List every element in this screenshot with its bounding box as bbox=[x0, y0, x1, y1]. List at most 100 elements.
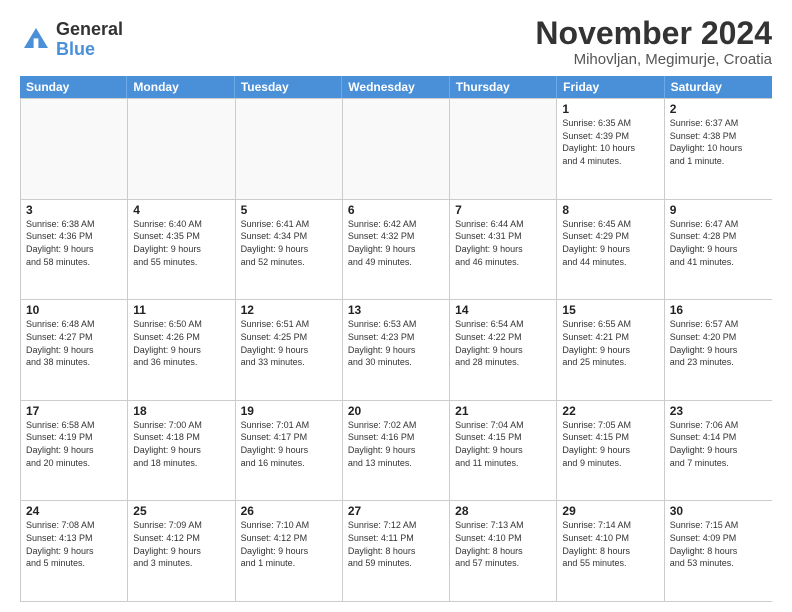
day-number: 4 bbox=[133, 203, 229, 217]
day-number: 13 bbox=[348, 303, 444, 317]
logo: General Blue bbox=[20, 20, 123, 60]
calendar-row: 24Sunrise: 7:08 AM Sunset: 4:13 PM Dayli… bbox=[21, 500, 772, 601]
day-info: Sunrise: 7:04 AM Sunset: 4:15 PM Dayligh… bbox=[455, 419, 551, 469]
day-number: 15 bbox=[562, 303, 658, 317]
day-info: Sunrise: 7:08 AM Sunset: 4:13 PM Dayligh… bbox=[26, 519, 122, 569]
logo-blue-text: Blue bbox=[56, 40, 123, 60]
calendar-cell: 1Sunrise: 6:35 AM Sunset: 4:39 PM Daylig… bbox=[557, 99, 664, 199]
day-info: Sunrise: 7:06 AM Sunset: 4:14 PM Dayligh… bbox=[670, 419, 767, 469]
day-number: 9 bbox=[670, 203, 767, 217]
logo-text: General Blue bbox=[56, 20, 123, 60]
calendar-cell: 19Sunrise: 7:01 AM Sunset: 4:17 PM Dayli… bbox=[236, 401, 343, 501]
day-number: 29 bbox=[562, 504, 658, 518]
day-number: 6 bbox=[348, 203, 444, 217]
day-info: Sunrise: 6:50 AM Sunset: 4:26 PM Dayligh… bbox=[133, 318, 229, 368]
calendar-cell: 5Sunrise: 6:41 AM Sunset: 4:34 PM Daylig… bbox=[236, 200, 343, 300]
logo-general-text: General bbox=[56, 20, 123, 40]
calendar: SundayMondayTuesdayWednesdayThursdayFrid… bbox=[20, 76, 772, 602]
calendar-cell: 28Sunrise: 7:13 AM Sunset: 4:10 PM Dayli… bbox=[450, 501, 557, 601]
logo-icon bbox=[20, 24, 52, 56]
day-number: 17 bbox=[26, 404, 122, 418]
day-info: Sunrise: 7:13 AM Sunset: 4:10 PM Dayligh… bbox=[455, 519, 551, 569]
day-info: Sunrise: 6:54 AM Sunset: 4:22 PM Dayligh… bbox=[455, 318, 551, 368]
day-number: 25 bbox=[133, 504, 229, 518]
calendar-cell: 26Sunrise: 7:10 AM Sunset: 4:12 PM Dayli… bbox=[236, 501, 343, 601]
day-number: 27 bbox=[348, 504, 444, 518]
day-info: Sunrise: 6:57 AM Sunset: 4:20 PM Dayligh… bbox=[670, 318, 767, 368]
calendar-cell: 27Sunrise: 7:12 AM Sunset: 4:11 PM Dayli… bbox=[343, 501, 450, 601]
calendar-row: 10Sunrise: 6:48 AM Sunset: 4:27 PM Dayli… bbox=[21, 299, 772, 400]
title-block: November 2024 Mihovljan, Megimurje, Croa… bbox=[535, 16, 772, 68]
calendar-body: 1Sunrise: 6:35 AM Sunset: 4:39 PM Daylig… bbox=[20, 98, 772, 602]
day-number: 11 bbox=[133, 303, 229, 317]
day-number: 8 bbox=[562, 203, 658, 217]
day-number: 1 bbox=[562, 102, 658, 116]
calendar-cell: 21Sunrise: 7:04 AM Sunset: 4:15 PM Dayli… bbox=[450, 401, 557, 501]
page: General Blue November 2024 Mihovljan, Me… bbox=[0, 0, 792, 612]
calendar-cell: 11Sunrise: 6:50 AM Sunset: 4:26 PM Dayli… bbox=[128, 300, 235, 400]
calendar-cell: 8Sunrise: 6:45 AM Sunset: 4:29 PM Daylig… bbox=[557, 200, 664, 300]
day-number: 23 bbox=[670, 404, 767, 418]
day-info: Sunrise: 6:48 AM Sunset: 4:27 PM Dayligh… bbox=[26, 318, 122, 368]
header: General Blue November 2024 Mihovljan, Me… bbox=[20, 16, 772, 68]
calendar-cell: 9Sunrise: 6:47 AM Sunset: 4:28 PM Daylig… bbox=[665, 200, 772, 300]
calendar-cell: 17Sunrise: 6:58 AM Sunset: 4:19 PM Dayli… bbox=[21, 401, 128, 501]
day-number: 30 bbox=[670, 504, 767, 518]
calendar-cell: 23Sunrise: 7:06 AM Sunset: 4:14 PM Dayli… bbox=[665, 401, 772, 501]
day-info: Sunrise: 6:38 AM Sunset: 4:36 PM Dayligh… bbox=[26, 218, 122, 268]
calendar-cell bbox=[343, 99, 450, 199]
day-info: Sunrise: 7:14 AM Sunset: 4:10 PM Dayligh… bbox=[562, 519, 658, 569]
day-number: 16 bbox=[670, 303, 767, 317]
calendar-header-cell: Sunday bbox=[20, 76, 127, 98]
day-info: Sunrise: 6:42 AM Sunset: 4:32 PM Dayligh… bbox=[348, 218, 444, 268]
calendar-cell: 16Sunrise: 6:57 AM Sunset: 4:20 PM Dayli… bbox=[665, 300, 772, 400]
day-info: Sunrise: 6:45 AM Sunset: 4:29 PM Dayligh… bbox=[562, 218, 658, 268]
calendar-cell: 12Sunrise: 6:51 AM Sunset: 4:25 PM Dayli… bbox=[236, 300, 343, 400]
day-info: Sunrise: 7:00 AM Sunset: 4:18 PM Dayligh… bbox=[133, 419, 229, 469]
calendar-header-cell: Saturday bbox=[665, 76, 772, 98]
calendar-cell: 15Sunrise: 6:55 AM Sunset: 4:21 PM Dayli… bbox=[557, 300, 664, 400]
day-info: Sunrise: 7:09 AM Sunset: 4:12 PM Dayligh… bbox=[133, 519, 229, 569]
calendar-cell: 13Sunrise: 6:53 AM Sunset: 4:23 PM Dayli… bbox=[343, 300, 450, 400]
day-number: 26 bbox=[241, 504, 337, 518]
calendar-header-cell: Thursday bbox=[450, 76, 557, 98]
calendar-header-cell: Friday bbox=[557, 76, 664, 98]
day-info: Sunrise: 6:55 AM Sunset: 4:21 PM Dayligh… bbox=[562, 318, 658, 368]
day-info: Sunrise: 6:44 AM Sunset: 4:31 PM Dayligh… bbox=[455, 218, 551, 268]
calendar-header-cell: Monday bbox=[127, 76, 234, 98]
calendar-cell: 20Sunrise: 7:02 AM Sunset: 4:16 PM Dayli… bbox=[343, 401, 450, 501]
page-subtitle: Mihovljan, Megimurje, Croatia bbox=[535, 51, 772, 68]
calendar-cell: 22Sunrise: 7:05 AM Sunset: 4:15 PM Dayli… bbox=[557, 401, 664, 501]
page-title: November 2024 bbox=[535, 16, 772, 51]
day-number: 28 bbox=[455, 504, 551, 518]
calendar-row: 3Sunrise: 6:38 AM Sunset: 4:36 PM Daylig… bbox=[21, 199, 772, 300]
day-number: 14 bbox=[455, 303, 551, 317]
day-info: Sunrise: 6:35 AM Sunset: 4:39 PM Dayligh… bbox=[562, 117, 658, 167]
day-info: Sunrise: 6:40 AM Sunset: 4:35 PM Dayligh… bbox=[133, 218, 229, 268]
calendar-cell: 24Sunrise: 7:08 AM Sunset: 4:13 PM Dayli… bbox=[21, 501, 128, 601]
calendar-cell: 6Sunrise: 6:42 AM Sunset: 4:32 PM Daylig… bbox=[343, 200, 450, 300]
day-info: Sunrise: 6:37 AM Sunset: 4:38 PM Dayligh… bbox=[670, 117, 767, 167]
day-number: 22 bbox=[562, 404, 658, 418]
calendar-cell: 10Sunrise: 6:48 AM Sunset: 4:27 PM Dayli… bbox=[21, 300, 128, 400]
calendar-cell: 14Sunrise: 6:54 AM Sunset: 4:22 PM Dayli… bbox=[450, 300, 557, 400]
day-number: 21 bbox=[455, 404, 551, 418]
day-info: Sunrise: 7:10 AM Sunset: 4:12 PM Dayligh… bbox=[241, 519, 337, 569]
calendar-cell: 30Sunrise: 7:15 AM Sunset: 4:09 PM Dayli… bbox=[665, 501, 772, 601]
day-number: 5 bbox=[241, 203, 337, 217]
day-info: Sunrise: 6:51 AM Sunset: 4:25 PM Dayligh… bbox=[241, 318, 337, 368]
calendar-row: 1Sunrise: 6:35 AM Sunset: 4:39 PM Daylig… bbox=[21, 98, 772, 199]
calendar-header: SundayMondayTuesdayWednesdayThursdayFrid… bbox=[20, 76, 772, 98]
calendar-cell: 7Sunrise: 6:44 AM Sunset: 4:31 PM Daylig… bbox=[450, 200, 557, 300]
day-number: 12 bbox=[241, 303, 337, 317]
day-number: 7 bbox=[455, 203, 551, 217]
day-number: 3 bbox=[26, 203, 122, 217]
day-info: Sunrise: 6:53 AM Sunset: 4:23 PM Dayligh… bbox=[348, 318, 444, 368]
day-info: Sunrise: 7:05 AM Sunset: 4:15 PM Dayligh… bbox=[562, 419, 658, 469]
day-info: Sunrise: 6:58 AM Sunset: 4:19 PM Dayligh… bbox=[26, 419, 122, 469]
day-info: Sunrise: 7:12 AM Sunset: 4:11 PM Dayligh… bbox=[348, 519, 444, 569]
day-number: 24 bbox=[26, 504, 122, 518]
calendar-cell bbox=[450, 99, 557, 199]
calendar-cell: 25Sunrise: 7:09 AM Sunset: 4:12 PM Dayli… bbox=[128, 501, 235, 601]
calendar-cell: 4Sunrise: 6:40 AM Sunset: 4:35 PM Daylig… bbox=[128, 200, 235, 300]
